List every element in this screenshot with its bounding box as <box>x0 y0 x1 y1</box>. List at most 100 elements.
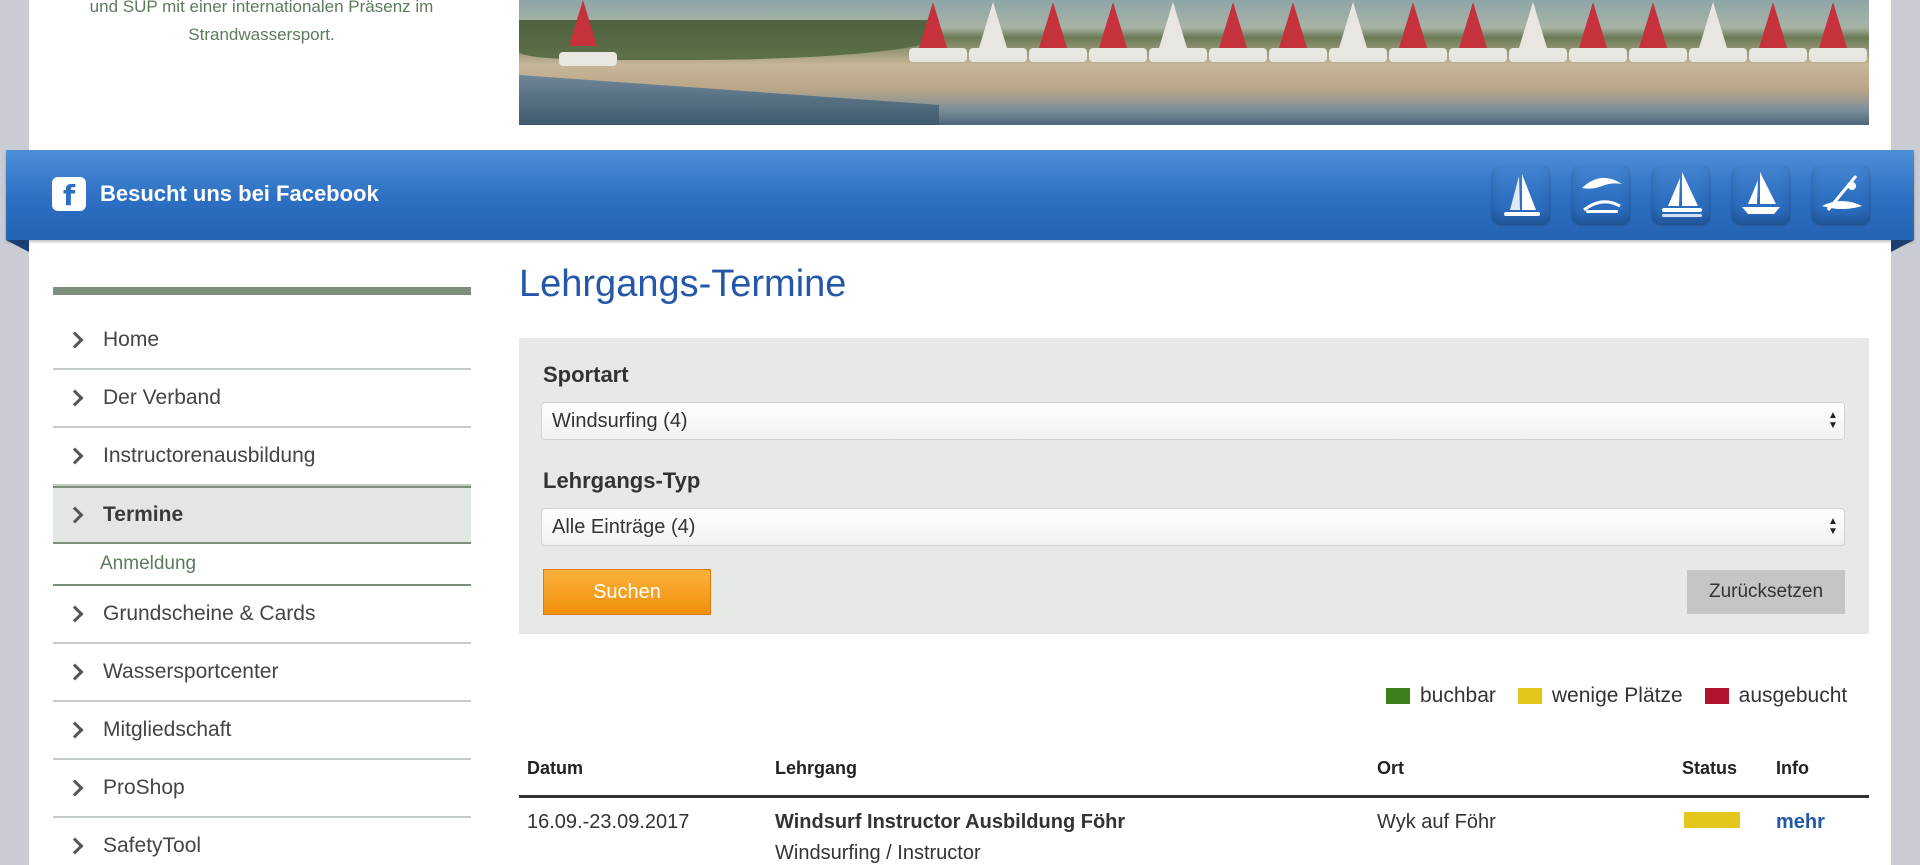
sidebar-item-proshop[interactable]: ProShop <box>53 760 471 818</box>
course-type-select[interactable]: Alle Einträge (4) ▲ ▼ <box>541 508 1845 546</box>
sidebar-item-label: SafetyTool <box>103 834 202 857</box>
row-course-title: Windsurf Instructor Ausbildung Föhr <box>775 811 1126 833</box>
hero-sail <box>979 2 1007 48</box>
sidebar-item-instructorenausbildung[interactable]: Instructorenausbildung <box>53 428 471 486</box>
hero-sail <box>1159 2 1187 48</box>
sport-select-value: Windsurfing (4) <box>552 409 688 432</box>
hero-sail <box>1519 2 1547 48</box>
row-more-link[interactable]: mehr <box>1776 811 1825 834</box>
sidebar-item-label: Home <box>103 328 160 351</box>
hero-sail <box>1579 2 1607 48</box>
sidebar-item-label: Grundscheine & Cards <box>103 602 316 625</box>
hero-boat-hull <box>909 48 967 62</box>
sidebar-item-mitgliedschaft[interactable]: Mitgliedschaft <box>53 702 471 760</box>
facebook-label: Besucht uns bei Facebook <box>100 181 379 206</box>
row-status-indicator <box>1684 812 1740 828</box>
chevron-right-icon <box>66 506 84 524</box>
sidebar-item-grundscheine[interactable]: Grundscheine & Cards <box>53 586 471 644</box>
sup-icon[interactable] <box>1812 166 1870 224</box>
hero-sail <box>1219 2 1247 48</box>
hero-sail <box>1399 2 1427 48</box>
sidebar-item-termine[interactable]: Termine <box>53 486 471 544</box>
status-legend: buchbar wenige Plätze ausgebucht <box>1386 684 1847 708</box>
select-arrows-icon: ▲ ▼ <box>1828 410 1838 431</box>
course-type-select-value: Alle Einträge (4) <box>552 515 696 538</box>
legend-swatch-few-places <box>1517 688 1542 704</box>
catamaran-icon[interactable] <box>1652 166 1710 224</box>
chevron-right-icon <box>66 721 84 739</box>
hero-sail <box>1339 2 1367 48</box>
sidebar-item-der-verband[interactable]: Der Verband <box>53 370 471 428</box>
sidebar-item-label: Wassersportcenter <box>103 660 279 683</box>
chevron-right-icon <box>66 605 84 623</box>
legend-label: ausgebucht <box>1738 684 1848 707</box>
table-header: Datum Lehrgang Ort Status Info <box>519 740 1869 798</box>
kitesurfing-icon[interactable] <box>1572 166 1630 224</box>
hero-boat-hull <box>1569 48 1627 62</box>
sidebar-item-wassersportcenter[interactable]: Wassersportcenter <box>53 644 471 702</box>
sidebar-item-safetytool[interactable]: SafetyTool <box>53 818 471 865</box>
hero-boat-hull <box>1509 48 1567 62</box>
banner-fold-right <box>1891 240 1914 252</box>
sport-label: Sportart <box>543 362 629 387</box>
chevron-right-icon <box>66 779 84 797</box>
hero-boat-hull <box>1269 48 1327 62</box>
hero-boat-hull <box>969 48 1027 62</box>
hero-boat-hull <box>1809 48 1867 62</box>
sidebar-item-label: Der Verband <box>103 386 221 409</box>
facebook-link[interactable]: Besucht uns bei Facebook <box>52 176 379 212</box>
column-header-date: Datum <box>527 758 584 778</box>
hero-boat-hull <box>1629 48 1687 62</box>
hero-boat-hull <box>1329 48 1387 62</box>
hero-boat-hull <box>1029 48 1087 62</box>
legend-bookable: buchbar <box>1386 684 1496 708</box>
legend-label: buchbar <box>1420 684 1496 707</box>
column-header-place: Ort <box>1377 758 1404 778</box>
row-course: Windsurf Instructor Ausbildung Föhr Wind… <box>775 811 1125 865</box>
tagline-line-1: und SUP mit einer internationalen Präsen… <box>89 0 434 16</box>
sidebar-item-label: ProShop <box>103 776 185 799</box>
sidebar-item-home[interactable]: Home <box>53 312 471 370</box>
sailing-icon[interactable] <box>1732 166 1790 224</box>
hero-boat-hull <box>559 52 617 66</box>
hero-boat-hull <box>1149 48 1207 62</box>
table-row: 16.09.-23.09.2017 Windsurf Instructor Au… <box>519 801 1869 865</box>
legend-swatch-booked-out <box>1704 688 1729 704</box>
column-header-course: Lehrgang <box>775 758 858 778</box>
legend-label: wenige Plätze <box>1551 684 1683 707</box>
sidebar-subitem-label: Anmeldung <box>100 553 197 574</box>
sidebar-item-label: Instructorenausbildung <box>103 444 316 467</box>
tagline: und SUP mit einer internationalen Präsen… <box>29 0 494 49</box>
facebook-icon <box>52 177 86 212</box>
chevron-right-icon <box>66 331 84 349</box>
sidebar-subitem-anmeldung[interactable]: Anmeldung <box>53 544 471 586</box>
hero-boat-hull <box>1209 48 1267 62</box>
hero-sail <box>1279 2 1307 48</box>
search-button[interactable]: Suchen <box>543 569 711 615</box>
column-header-status: Status <box>1682 758 1738 778</box>
course-type-label: Lehrgangs-Typ <box>543 468 701 493</box>
reset-button[interactable]: Zurücksetzen <box>1687 570 1845 614</box>
chevron-right-icon <box>66 389 84 407</box>
hero-sail <box>919 2 947 48</box>
windsurfing-icon[interactable] <box>1492 166 1550 224</box>
hero-boat-hull <box>1389 48 1447 62</box>
hero-sail <box>1759 2 1787 48</box>
hero-sail <box>1819 2 1847 48</box>
hero-sail <box>1699 2 1727 48</box>
chevron-right-icon <box>66 447 84 465</box>
hero-boat-hull <box>1089 48 1147 62</box>
select-arrows-icon: ▲ ▼ <box>1828 516 1838 537</box>
sidebar-item-label: Mitgliedschaft <box>103 718 232 741</box>
hero-boat-hull <box>1449 48 1507 62</box>
legend-booked-out: ausgebucht <box>1704 684 1848 708</box>
hero-sail <box>1039 2 1067 48</box>
sport-select[interactable]: Windsurfing (4) ▲ ▼ <box>541 402 1845 440</box>
hero-sail <box>1459 2 1487 48</box>
page-title: Lehrgangs-Termine <box>519 263 847 305</box>
hero-sail <box>1639 2 1667 48</box>
row-date: 16.09.-23.09.2017 <box>527 811 690 833</box>
hero-sail <box>1099 2 1127 48</box>
hero-boat-hull <box>1749 48 1807 62</box>
row-place: Wyk auf Föhr <box>1377 811 1496 833</box>
